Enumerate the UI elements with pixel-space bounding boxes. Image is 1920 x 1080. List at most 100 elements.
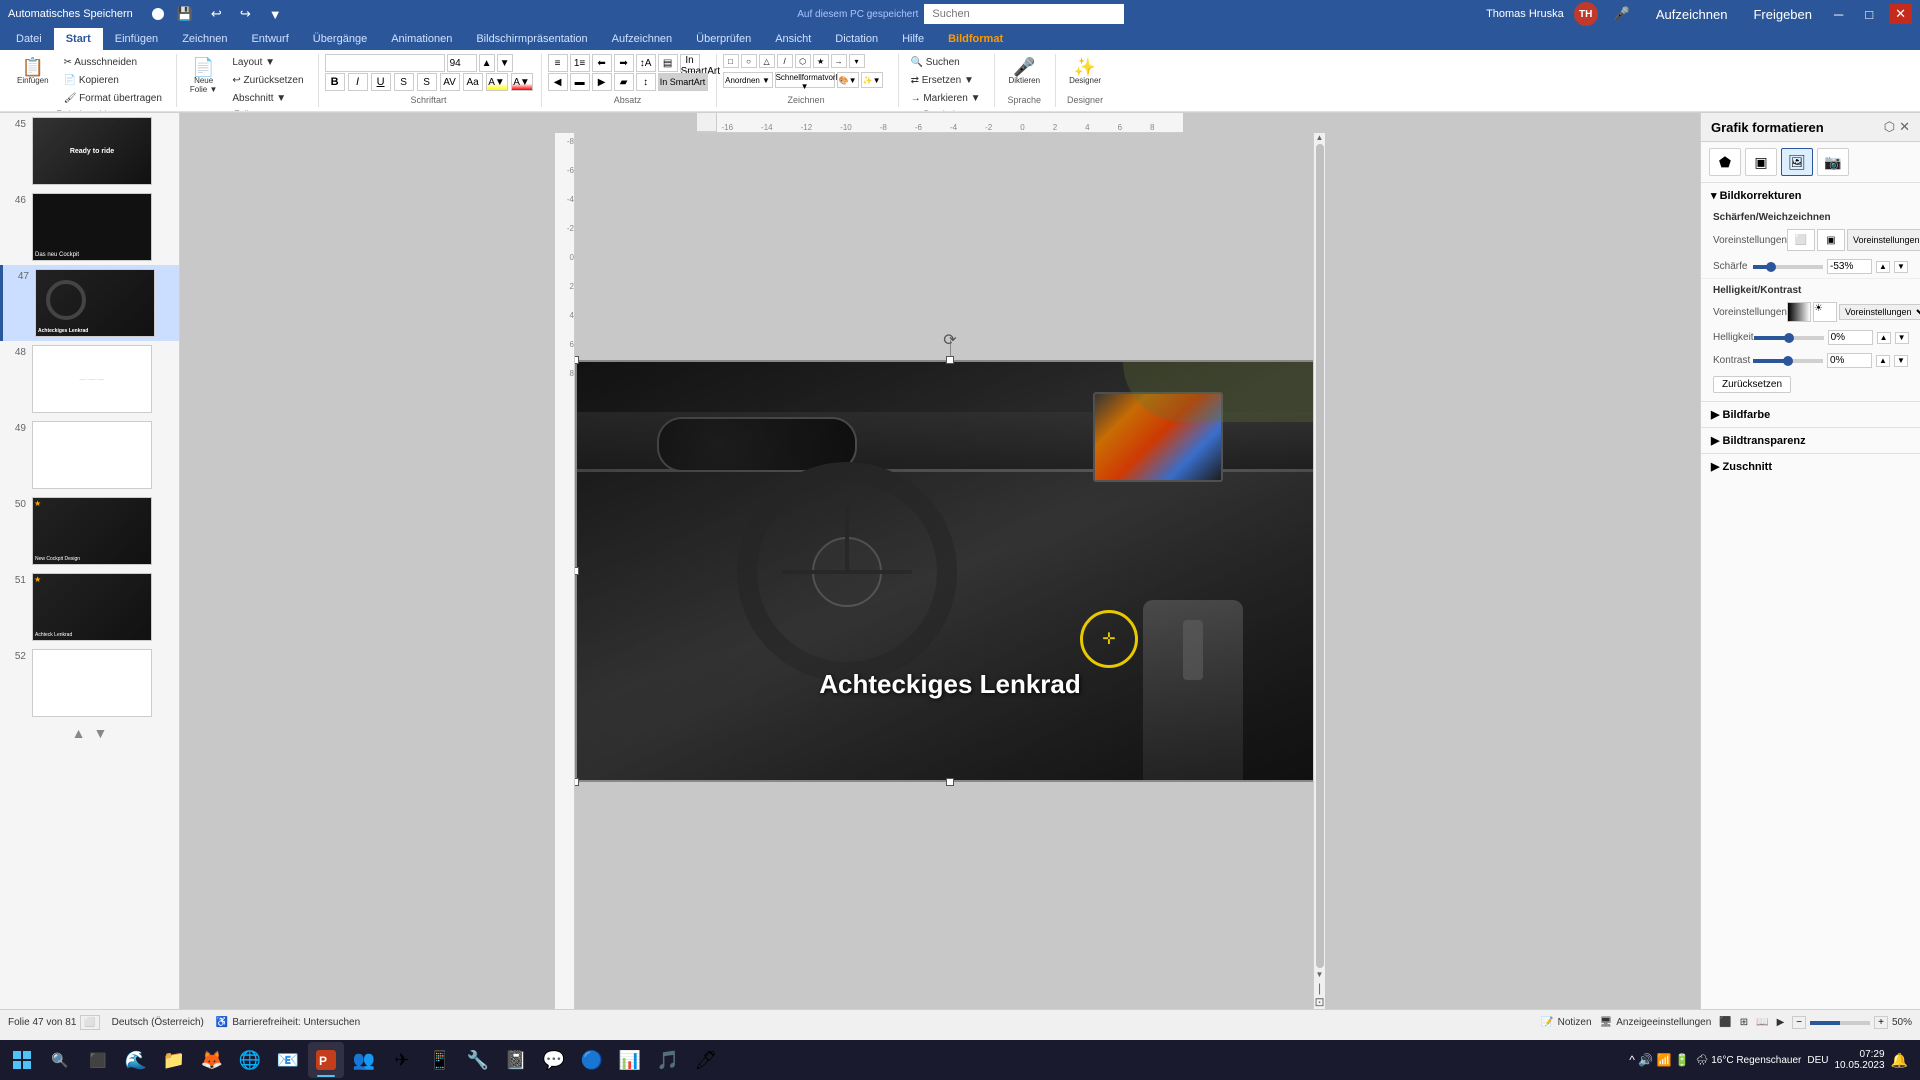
slide-canvas[interactable]: ✛ Achteckiges Lenkrad [575,360,1325,782]
panel-scroll-down[interactable]: ▼ [94,725,108,741]
format-uebertragen-button[interactable]: 🖌 Format übertragen [58,90,168,107]
shape-3[interactable]: △ [759,54,775,68]
view-presenter[interactable]: ▶ [1777,1017,1785,1028]
schaerfe-down[interactable]: ▼ [1894,261,1908,273]
shape-4[interactable]: / [777,54,793,68]
ausschneiden-button[interactable]: ✂ Ausschneiden [58,54,168,71]
tab-ueberpruefen[interactable]: Überprüfen [684,28,763,50]
tab-start[interactable]: Start [54,28,103,50]
scroll-up-arrow[interactable]: ▲ [1316,133,1324,142]
tab-animationen[interactable]: Animationen [379,28,464,50]
fuelleffekt-button[interactable]: 🎨▼ [837,72,859,88]
vertical-scrollbar[interactable]: ▲ ▼ | ⊡ [1313,133,1325,1009]
slide-panel-toggle[interactable]: ⬜ [80,1015,99,1030]
underline-button[interactable]: U [371,73,391,91]
helligkeit-input[interactable] [1828,330,1873,345]
tab-zeichnen[interactable]: Zeichnen [170,28,239,50]
kontrast-thumb[interactable] [1783,356,1793,366]
taskbar-powerpoint[interactable]: P [308,1042,344,1078]
global-search-input[interactable] [924,4,1124,24]
taskbar-explorer[interactable]: 📁 [156,1042,192,1078]
comments-button[interactable]: Freigeben [1747,5,1818,24]
designer-button[interactable]: ✨ Designer [1062,54,1108,89]
helligkeit-down[interactable]: ▼ [1895,332,1909,344]
suchen-button[interactable]: 🔍 Suchen [905,54,987,71]
taskbar-app4[interactable]: 🎵 [650,1042,686,1078]
close-button[interactable]: ✕ [1889,4,1912,24]
more-button[interactable]: ▼ [263,5,288,24]
preset-hk-1[interactable] [1787,302,1811,322]
char-spacing-button[interactable]: AV [440,73,460,91]
slide-thumb-51[interactable]: 51 ★ Achteck Lenkrad [0,569,179,645]
notification-button[interactable]: 🔔 [1891,1052,1908,1069]
schaerfe-slider[interactable] [1753,265,1823,269]
formeffekte-button[interactable]: ✨▼ [861,72,883,88]
start-button[interactable] [4,1042,40,1078]
kontrast-down[interactable]: ▼ [1894,355,1908,367]
shape-1[interactable]: □ [723,54,739,68]
zuschnitt-header[interactable]: ▶ Zuschnitt [1701,454,1920,479]
layout-button[interactable]: Layout ▼ [226,54,309,71]
taskbar-firefox[interactable]: 🦊 [194,1042,230,1078]
preset-blur[interactable]: ⬜ [1787,229,1815,251]
save-button[interactable]: 💾 [171,4,199,24]
kontrast-input[interactable] [1827,353,1872,368]
font-size-input[interactable] [447,54,477,72]
system-tray-icons[interactable]: ^ 🔊 📶 🔋 [1629,1053,1689,1067]
shape-more[interactable]: ▾ [849,54,865,68]
neue-folie-button[interactable]: 📄 Neue Folie ▼ [183,54,224,98]
align-left-button[interactable]: ◀ [548,73,568,91]
kontrast-up[interactable]: ▲ [1876,355,1890,367]
filename-input[interactable]: PPT01 Roter Faden 004.... [649,8,791,20]
view-normal[interactable]: ⬛ [1719,1017,1731,1028]
panel-icon-layout[interactable]: ▣ [1745,148,1777,176]
tab-ansicht[interactable]: Ansicht [763,28,823,50]
taskbar-outlook[interactable]: 📧 [270,1042,306,1078]
view-reading[interactable]: 📖 [1756,1017,1768,1028]
diktieren-button[interactable]: 🎤 Diktieren [1001,54,1047,89]
strikethrough-button[interactable]: S [394,73,414,91]
taskbar-excel[interactable]: 📊 [612,1042,648,1078]
bold-button[interactable]: B [325,73,345,91]
search-taskbar-button[interactable]: 🔍 [42,1042,78,1078]
abschnitt-button[interactable]: Abschnitt ▼ [226,90,309,107]
display-settings-button[interactable]: 🖥 Anzeigeeinstellungen [1600,1017,1712,1028]
bildtransparenz-header[interactable]: ▶ Bildtransparenz [1701,428,1920,453]
increase-indent-button[interactable]: ➡ [614,54,634,72]
textrichtung-button[interactable]: ↕A [636,54,656,72]
schaerfe-thumb[interactable] [1766,262,1776,272]
align-center-button[interactable]: ▬ [570,73,590,91]
slide-thumb-52[interactable]: 52 [0,645,179,721]
markieren-button[interactable]: → Markieren ▼ [905,90,987,107]
maximize-button[interactable]: □ [1859,5,1879,24]
shape-5[interactable]: ⬡ [795,54,811,68]
font-size-down[interactable]: ▼ [497,54,513,72]
taskbar-app5[interactable]: 🖊 [688,1042,724,1078]
handle-ml[interactable] [575,567,579,575]
in-smartart-button[interactable]: In SmartArt [658,73,708,91]
shape-6[interactable]: ★ [813,54,829,68]
bildfarbe-header[interactable]: ▶ Bildfarbe [1701,402,1920,427]
slide-thumb-46[interactable]: 46 Das neu Cockpit [0,189,179,265]
zoom-slider[interactable] [1810,1021,1870,1025]
bullet-list-button[interactable]: ≡ [548,54,568,72]
einfuegen-button[interactable]: 📋 Einfügen [10,54,56,89]
taskbar-teams[interactable]: 👥 [346,1042,382,1078]
decrease-indent-button[interactable]: ⬅ [592,54,612,72]
kontrast-slider[interactable] [1753,359,1823,363]
hk-preset-select[interactable]: Voreinstellungen [1839,304,1920,320]
tab-einfuegen[interactable]: Einfügen [103,28,170,50]
taskbar-edge[interactable]: 🌊 [118,1042,154,1078]
user-avatar[interactable]: TH [1574,2,1598,26]
preset-norm[interactable]: ▣ [1817,229,1845,251]
scroll-extra-2[interactable]: ⊡ [1314,995,1324,1009]
tab-datei[interactable]: Datei [4,28,54,50]
font-color-button[interactable]: A▼ [511,73,533,91]
taskbar-onenote[interactable]: 📓 [498,1042,534,1078]
minimize-button[interactable]: ─ [1828,5,1849,24]
ribbon-toggle-button[interactable]: 🎤 [1608,4,1636,24]
preset-hk-2[interactable]: ☀ [1813,302,1837,322]
panel-scroll-up[interactable]: ▲ [72,725,86,741]
undo-button[interactable]: ↩ [205,4,228,24]
tab-hilfe[interactable]: Hilfe [890,28,936,50]
